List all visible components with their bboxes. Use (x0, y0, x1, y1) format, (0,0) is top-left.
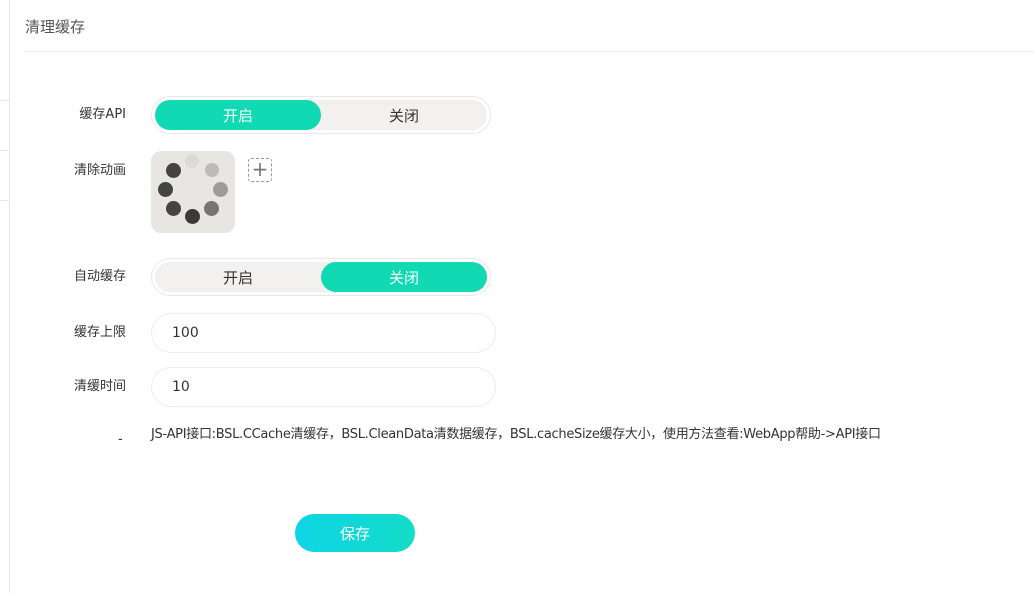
auto-cache-toggle-track: 开启 关闭 (155, 262, 487, 292)
spinner-dot (166, 163, 181, 178)
auto-cache-off-option[interactable]: 关闭 (321, 262, 487, 292)
api-hint-text: JS-API接口:BSL.CCache清缓存，BSL.CleanData清数据缓… (151, 427, 881, 442)
spinner-dot (213, 182, 228, 197)
cache-api-toggle-track: 开启 关闭 (155, 100, 487, 130)
title-divider (24, 51, 1034, 52)
rail-divider (0, 100, 9, 101)
page-title: 清理缓存 (25, 18, 86, 36)
auto-cache-toggle: 开启 关闭 (151, 258, 491, 296)
cache-api-label: 缓存API (79, 107, 126, 122)
auto-cache-on-option[interactable]: 开启 (155, 262, 321, 292)
plus-icon[interactable]: + (248, 158, 272, 182)
spinner-dot (205, 163, 219, 177)
cache-limit-input[interactable] (151, 313, 496, 353)
save-button[interactable]: 保存 (295, 514, 415, 552)
loading-spinner-preview[interactable] (151, 151, 235, 233)
spinner-dot (204, 201, 219, 216)
spinner-dot (158, 182, 173, 197)
spinner-dot (166, 201, 181, 216)
rail-divider (0, 200, 9, 201)
rail-divider (0, 150, 9, 151)
left-rail (0, 0, 10, 593)
clear-animation-label: 清除动画 (73, 163, 126, 178)
clear-time-input[interactable] (151, 367, 496, 407)
spinner-dot (185, 154, 199, 168)
clear-time-label: 清缓时间 (73, 379, 126, 394)
spinner-dot (185, 209, 200, 224)
cache-api-toggle: 开启 关闭 (151, 96, 491, 134)
auto-cache-label: 自动缓存 (73, 269, 126, 284)
cache-api-on-option[interactable]: 开启 (155, 100, 321, 130)
cache-api-off-option[interactable]: 关闭 (321, 100, 487, 130)
hint-label: - (118, 432, 123, 447)
cache-limit-label: 缓存上限 (73, 325, 126, 340)
